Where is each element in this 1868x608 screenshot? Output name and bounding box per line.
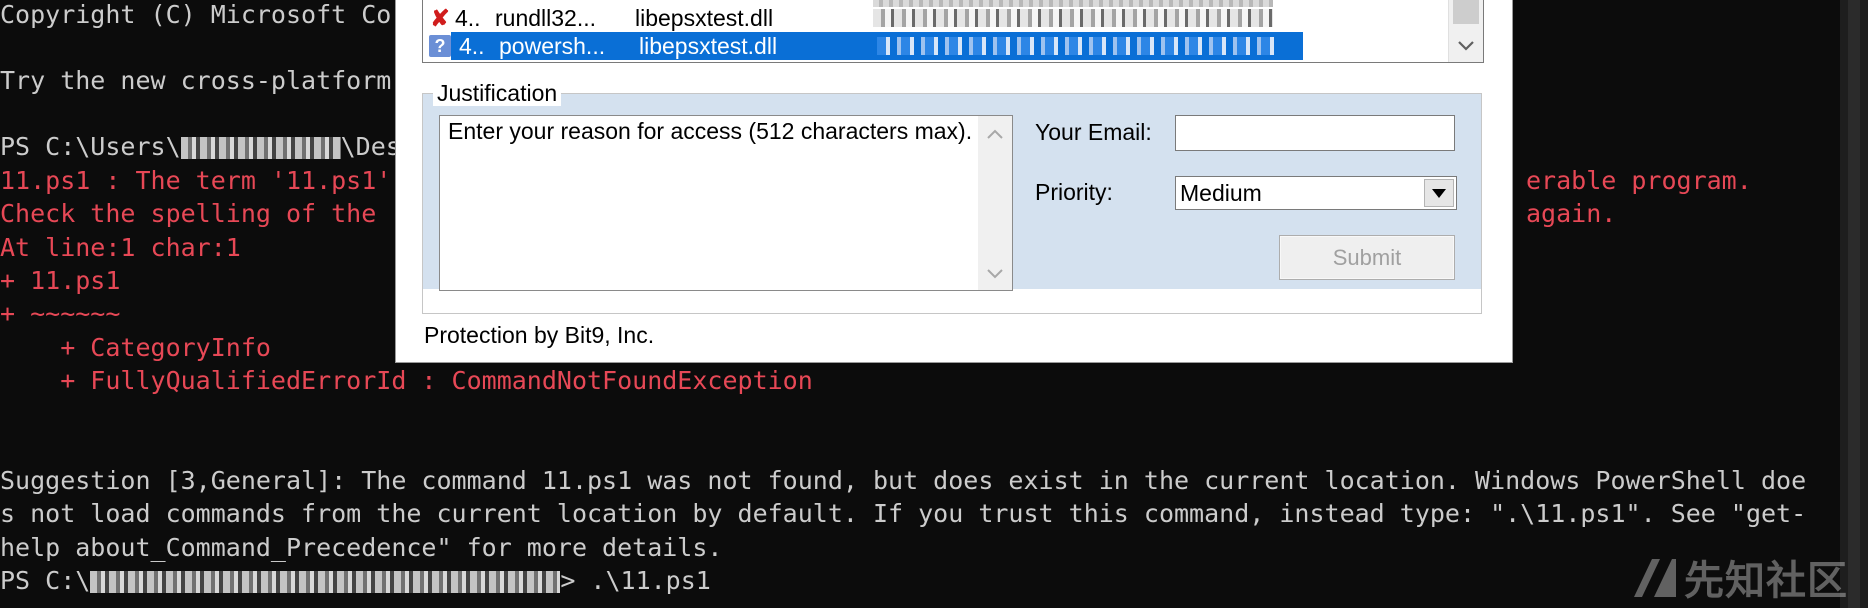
terminal-scrollbar-thumb[interactable] (1848, 0, 1860, 608)
terminal-line-try-new: Try the new cross-platform (0, 66, 392, 95)
terminal-final-prompt: PS C:\ > .\11.ps1 (0, 566, 711, 596)
watermark-text: 先知社区 (1684, 558, 1848, 604)
prompt-prefix: PS C:\Users\ (0, 132, 181, 161)
watermark: 先知社区 (1632, 548, 1848, 606)
terminal-error-1-right: erable program. (1526, 166, 1752, 195)
terminal-error-2-right: again. (1526, 199, 1617, 228)
terminal-line-prompt: PS C:\Users\ \Des (0, 132, 401, 162)
file-list-scrollbar[interactable] (1448, 0, 1483, 62)
file-name: libepsxtest.dll (639, 33, 778, 59)
terminal-error-2: Check the spelling of the (0, 199, 377, 228)
protection-footer: Protection by Bit9, Inc. (424, 322, 655, 348)
priority-select[interactable]: Medium (1175, 176, 1457, 210)
bit9-approval-dialog: ✘ 4.. rundll32... libepsxtest.dll ? 4.. … (396, 0, 1512, 362)
priority-label: Priority: (1035, 179, 1113, 205)
terminal-error-6: + CategoryInfo (0, 333, 271, 362)
redacted-username (180, 137, 341, 159)
red-x-icon: ✘ (430, 5, 450, 31)
xianzhi-logo-icon (1632, 555, 1678, 599)
file-process: rundll32... (495, 5, 597, 31)
list-item-selected[interactable]: ? 4.. powersh... libepsxtest.dll (427, 32, 1315, 60)
terminal-suggestion-2: s not load commands from the current loc… (0, 499, 1807, 528)
file-pid: 4.. (459, 33, 485, 59)
question-icon: ? (429, 35, 451, 57)
justification-legend: Justification (433, 80, 562, 106)
dropdown-arrow-icon[interactable] (1424, 179, 1454, 207)
reason-textarea[interactable]: Enter your reason for access (512 charac… (439, 115, 1013, 291)
chevron-down-icon[interactable] (978, 262, 1012, 286)
redacted-hash (873, 9, 1273, 27)
file-pid: 4.. (455, 5, 481, 31)
redacted-hash (877, 37, 1277, 55)
list-item[interactable]: ✘ 4.. rundll32... libepsxtest.dll (423, 4, 1447, 32)
terminal-suggestion-3: help about_Command_Precedence" for more … (0, 533, 723, 562)
reason-scrollbar[interactable] (978, 116, 1012, 290)
submit-button[interactable]: Submit (1279, 235, 1455, 280)
terminal-suggestion-1: Suggestion [3,General]: The command 11.p… (0, 466, 1807, 495)
terminal-error-7: + FullyQualifiedErrorId : CommandNotFoun… (0, 366, 813, 395)
terminal-error-5: + ~~~~~~ (0, 299, 121, 328)
terminal-error-3: At line:1 char:1 (0, 233, 241, 262)
terminal-error-4: + 11.ps1 (0, 266, 121, 295)
blocked-file-list[interactable]: ✘ 4.. rundll32... libepsxtest.dll ? 4.. … (422, 0, 1484, 63)
redacted-path (90, 571, 561, 593)
final-prompt-prefix: PS C:\ (0, 566, 91, 595)
prompt-suffix: \Des (340, 132, 401, 161)
terminal-error-1: 11.ps1 : The term '11.ps1' (0, 166, 392, 195)
priority-selected-value: Medium (1180, 180, 1262, 206)
terminal-scrollbar[interactable] (1840, 0, 1868, 608)
email-field[interactable] (1175, 115, 1455, 151)
chevron-down-icon[interactable] (1449, 34, 1483, 58)
chevron-up-icon[interactable] (978, 122, 1012, 146)
email-label: Your Email: (1035, 119, 1152, 145)
file-list-scroll-thumb[interactable] (1453, 0, 1479, 24)
justification-group: Justification Enter your reason for acce… (422, 80, 1482, 314)
reason-placeholder: Enter your reason for access (512 charac… (448, 118, 973, 144)
terminal-line-copyright: Copyright (C) Microsoft Co (0, 0, 392, 29)
file-name: libepsxtest.dll (635, 5, 774, 31)
file-process: powersh... (499, 33, 606, 59)
final-prompt-suffix: > .\11.ps1 (560, 566, 711, 595)
